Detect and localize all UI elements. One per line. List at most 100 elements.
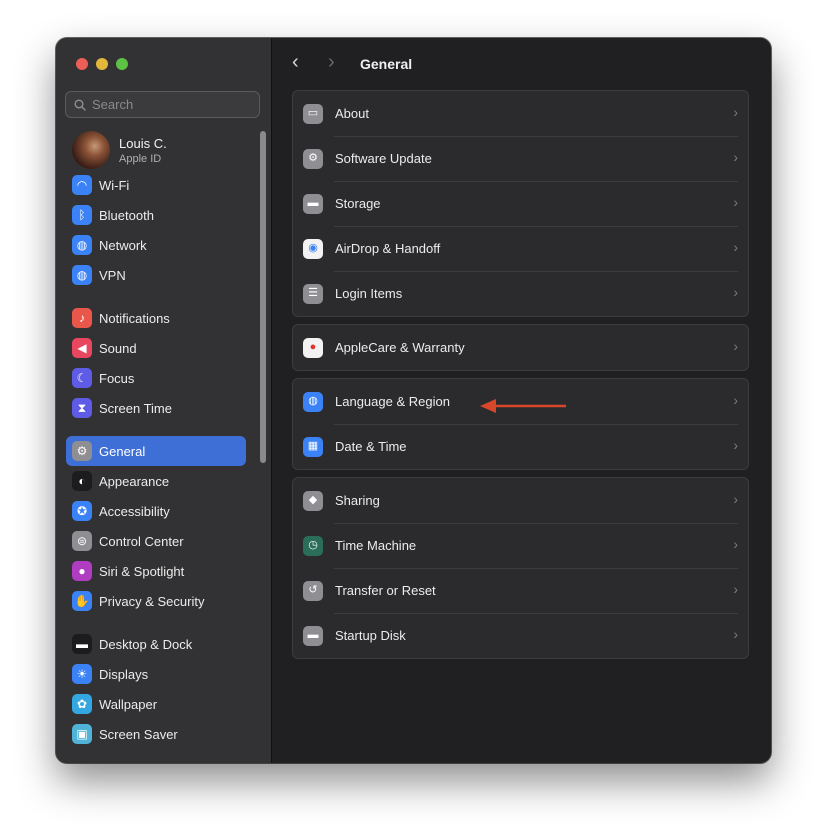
gear-icon: ⚙ (72, 441, 92, 461)
appearance-icon: ◐ (72, 471, 92, 491)
sidebar-item-label: Desktop & Dock (99, 636, 193, 652)
vpn-icon: ◍ (72, 265, 92, 285)
sidebar-item-label: Screen Saver (99, 726, 178, 742)
chevron-right-icon: › (733, 536, 738, 552)
list-icon: ☰ (303, 283, 323, 304)
settings-group: ◆ Sharing › ◷ Time Machine › ↺ Transfer or Rese… (292, 477, 749, 659)
sidebar-item-label: Sound (99, 340, 137, 356)
row-transfer-or-reset[interactable]: ↺ Transfer or Reset › (293, 568, 748, 613)
sidebar-item-label: Control Center (99, 533, 184, 549)
sun-icon: ☀ (72, 664, 92, 684)
row-label: Software Update (335, 151, 432, 166)
row-label: Startup Disk (335, 628, 406, 643)
sidebar-item-label: Wallpaper (99, 696, 158, 712)
row-sharing[interactable]: ◆ Sharing › (293, 478, 748, 523)
row-software-update[interactable]: ⚙ Software Update › (293, 136, 748, 181)
row-startup-disk[interactable]: ▬ Startup Disk › (293, 613, 748, 658)
chevron-right-icon: › (733, 581, 738, 597)
sidebar-item-label: General (99, 443, 146, 459)
drive-icon: ▬ (303, 193, 323, 214)
sidebar-item-privacy-security[interactable]: ✋ Privacy & Security (66, 586, 246, 616)
sidebar-item-displays[interactable]: ☀ Displays (66, 659, 246, 689)
chevron-right-icon: › (733, 149, 738, 165)
moon-icon: ☾ (72, 368, 92, 388)
settings-group: ● AppleCare & Warranty › (292, 324, 749, 371)
sidebar-item-wi-fi[interactable]: ◠ Wi-Fi (66, 170, 246, 200)
accessibility-icon: ✪ (72, 501, 92, 521)
sidebar: Louis C. Apple ID ◠ Wi-Fi ᛒ Bluetooth ◍ Netwo… (56, 38, 272, 763)
sidebar-item-label: Siri & Spotlight (99, 563, 185, 579)
sidebar-item-sound[interactable]: ◀ Sound (66, 333, 246, 363)
sidebar-item-label: Accessibility (99, 503, 170, 519)
search-icon (74, 98, 86, 111)
sidebar-item-wallpaper[interactable]: ✿ Wallpaper (66, 689, 246, 719)
row-time-machine[interactable]: ◷ Time Machine › (293, 523, 748, 568)
profile-name: Louis C. (119, 135, 167, 151)
wifi-icon: ◠ (72, 175, 92, 195)
sidebar-item-notifications[interactable]: ♪ Notifications (66, 303, 246, 333)
chevron-right-icon: › (733, 392, 738, 408)
row-login-items[interactable]: ☰ Login Items › (293, 271, 748, 316)
calendar-clock-icon: ▦ (303, 436, 323, 457)
sidebar-item-label: Network (99, 237, 147, 253)
sidebar-item-label: Screen Time (99, 400, 172, 416)
row-label: Transfer or Reset (335, 583, 436, 598)
search-input[interactable] (92, 97, 242, 112)
row-label: Date & Time (335, 439, 407, 454)
row-storage[interactable]: ▬ Storage › (293, 181, 748, 226)
sidebar-scrollbar[interactable] (260, 131, 266, 463)
apple-id-profile[interactable]: Louis C. Apple ID (72, 131, 167, 169)
chevron-right-icon: › (733, 437, 738, 453)
settings-group: ◍ Language & Region › ▦ Date & Time › (292, 378, 749, 470)
sidebar-item-label: Notifications (99, 310, 170, 326)
sidebar-item-accessibility[interactable]: ✪ Accessibility (66, 496, 246, 526)
row-label: AirDrop & Handoff (335, 241, 441, 256)
sidebar-item-focus[interactable]: ☾ Focus (66, 363, 246, 393)
zoom-button[interactable] (116, 58, 128, 70)
sidebar-item-screen-time[interactable]: ⧗ Screen Time (66, 393, 246, 423)
siri-icon: ● (72, 561, 92, 581)
row-label: AppleCare & Warranty (335, 340, 465, 355)
profile-subtitle: Apple ID (119, 152, 162, 165)
chevron-right-icon: › (733, 491, 738, 507)
row-about[interactable]: ▭ About › (293, 91, 748, 136)
chevron-right-icon: › (733, 104, 738, 120)
sidebar-item-network[interactable]: ◍ Network (66, 230, 246, 260)
close-button[interactable] (76, 58, 88, 70)
chevron-right-icon: › (733, 239, 738, 255)
back-button[interactable]: ‹ (292, 51, 299, 74)
row-date-time[interactable]: ▦ Date & Time › (293, 424, 748, 469)
page-title: General (360, 56, 413, 72)
sidebar-item-desktop-dock[interactable]: ▬ Desktop & Dock (66, 629, 246, 659)
globe-icon: ◍ (303, 391, 323, 412)
settings-group: ▭ About › ⚙ Software Update › ▬ Storage › ◉ AirDro… (292, 90, 749, 317)
row-label: About (335, 106, 369, 121)
row-airdrop-handoff[interactable]: ◉ AirDrop & Handoff › (293, 226, 748, 271)
disk-icon: ▬ (303, 625, 323, 646)
screensaver-icon: ▣ (72, 724, 92, 744)
forward-button[interactable]: › (328, 51, 335, 74)
reset-icon: ↺ (303, 580, 323, 601)
row-applecare-warranty[interactable]: ● AppleCare & Warranty › (293, 325, 748, 370)
sidebar-item-control-center[interactable]: ⊜ Control Center (66, 526, 246, 556)
sidebar-item-bluetooth[interactable]: ᛒ Bluetooth (66, 200, 246, 230)
sidebar-item-siri-spotlight[interactable]: ● Siri & Spotlight (66, 556, 246, 586)
search-field[interactable] (65, 91, 260, 118)
time-machine-icon: ◷ (303, 535, 323, 556)
row-label: Login Items (335, 286, 403, 301)
row-label: Storage (335, 196, 381, 211)
dock-icon: ▬ (72, 634, 92, 654)
chevron-right-icon: › (733, 338, 738, 354)
sharing-icon: ◆ (303, 490, 323, 511)
row-label: Language & Region (335, 394, 450, 409)
sidebar-item-label: Displays (99, 666, 149, 682)
globe-icon: ◍ (72, 235, 92, 255)
settings-window: Louis C. Apple ID ◠ Wi-Fi ᛒ Bluetooth ◍ Netwo… (56, 38, 771, 763)
bluetooth-icon: ᛒ (72, 205, 92, 225)
sidebar-item-general[interactable]: ⚙ General (66, 436, 246, 466)
sidebar-item-screen-saver[interactable]: ▣ Screen Saver (66, 719, 246, 749)
sidebar-item-appearance[interactable]: ◐ Appearance (66, 466, 246, 496)
sidebar-item-label: Appearance (99, 473, 170, 489)
sidebar-item-vpn[interactable]: ◍ VPN (66, 260, 246, 290)
minimize-button[interactable] (96, 58, 108, 70)
